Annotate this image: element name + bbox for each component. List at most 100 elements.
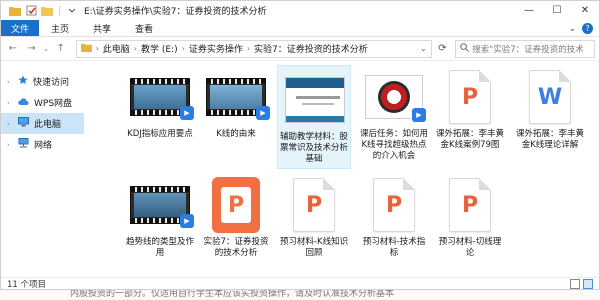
play-icon: ▶ [256,106,270,120]
search-icon [460,42,470,55]
play-icon: ▶ [180,106,194,120]
file-item[interactable]: P 预习材料-K线知识回顾 [277,171,351,275]
file-item-selected[interactable]: 辅助教学材料：股票常识及技术分析基础 [277,65,351,169]
sidebar-item-network[interactable]: › 网络 [1,134,84,155]
new-folder-button[interactable] [41,5,53,17]
tab-home[interactable]: 主页 [39,20,81,36]
chevron-right-icon[interactable]: › [7,120,13,128]
window-controls: — ☐ ✕ [515,1,599,20]
tab-view[interactable]: 查看 [123,20,165,36]
ribbon-tabs: 文件 主页 共享 查看 ⌄ ? [1,20,599,37]
tab-share[interactable]: 共享 [81,20,123,36]
chevron-right-icon[interactable]: › [7,78,13,86]
image-thumbnail: ▶ [364,67,426,127]
presentation-icon: P [373,178,415,232]
pdf-thumbnail: P [440,67,500,127]
presentation-icon: P [449,178,491,232]
quick-access-toolbar [1,1,78,20]
recent-locations-button[interactable]: ⌄ [42,41,50,57]
file-name: KDJ指标应用要点 [127,129,193,139]
file-item[interactable]: ▶ KDJ指标应用要点 [123,63,197,167]
file-list: ▶ KDJ指标应用要点 ▶ K线的由来 辅助教学材料：股票常识及技术分析基础 ▶… [101,63,600,277]
video-file-icon: ▶ [206,78,270,120]
large-icons-view-button[interactable] [583,279,593,289]
video-thumbnail: ▶ [130,67,194,127]
pdf-icon: P [449,70,491,124]
explorer-window: E:\证券实务操作\实验7：证券投资的技术分析 — ☐ ✕ 文件 主页 共享 查… [0,0,600,290]
address-bar[interactable]: › 此电脑 › 教学 (E:) › 证券实务操作 › 实验7：证券投资的技术分析… [75,39,432,58]
help-icon[interactable]: ? [582,23,593,34]
sidebar-item-this-pc[interactable]: › 此电脑 [1,113,84,134]
item-count: 11 个项目 [7,280,47,290]
word-document-icon: W [529,70,571,124]
file-name: 辅助教学材料：股票常识及技术分析基础 [280,132,349,164]
folder-icon [9,5,21,17]
file-item[interactable]: ▶ 趋势线的类型及作用 [123,171,197,275]
file-name: 课外拓展：李丰黄金K线理论详解 [515,129,584,150]
word-thumbnail: W [520,67,580,127]
sidebar-item-label: 网络 [34,141,53,151]
slide-thumbnail [285,70,345,130]
file-item[interactable]: P 课外拓展：李丰黄金K线案例79图 [433,63,507,167]
toolbar-divider [59,5,60,16]
status-bar: 11 个项目 [1,277,599,290]
file-name: 预习材料-技术指标 [362,237,426,258]
chevron-right-icon: › [181,44,185,53]
ribbon-right-controls: ⌄ ? [568,20,593,37]
play-icon: ▶ [180,214,194,228]
ppt-thumbnail: P [440,175,500,235]
search-input[interactable]: 搜索"实验7：证券投资的技术 [455,39,595,58]
breadcrumb-folder[interactable]: 证券实务操作 [189,42,243,55]
ppt-thumbnail: P [364,175,424,235]
sidebar-item-label: 快速访问 [33,78,70,88]
properties-button[interactable] [25,5,37,17]
sidebar-item-quick-access[interactable]: › 快速访问 [1,71,84,92]
file-item[interactable]: P 预习材料-技术指标 [357,171,431,275]
breadcrumb-this-pc[interactable]: 此电脑 [103,42,130,55]
file-name: 预习材料-切线理论 [438,237,502,258]
up-button[interactable]: ↑ [53,41,69,57]
video-file-icon: ▶ [130,78,194,120]
file-name: 课后任务：如何用K线寻找超级热点的介入机会 [359,129,428,161]
breadcrumb-drive[interactable]: 教学 (E:) [141,42,178,55]
close-button[interactable]: ✕ [571,1,599,20]
chevron-down-icon[interactable]: ⌄ [568,24,576,34]
presentation-preview [285,77,345,123]
view-switcher [570,279,593,289]
file-item[interactable]: ▶ 课后任务：如何用K线寻找超级热点的介入机会 [357,63,431,167]
breadcrumb-current[interactable]: 实验7：证券投资的技术分析 [254,42,368,55]
refresh-button[interactable]: ⟳ [435,40,451,58]
ppt-thumbnail: P [206,175,266,235]
chevron-down-icon[interactable] [66,5,78,17]
chevron-down-icon[interactable]: ⌄ [420,44,427,53]
details-view-button[interactable] [570,279,580,289]
chevron-right-icon: › [246,44,251,53]
file-item[interactable]: P 实验7：证券投资的技术分析 [199,171,273,275]
file-name: 实验7：证券投资的技术分析 [203,237,269,258]
play-icon: ▶ [412,108,426,122]
file-name: 课外拓展：李丰黄金K线案例79图 [435,129,504,150]
file-item[interactable]: ▶ K线的由来 [199,63,273,167]
file-item[interactable]: W 课外拓展：李丰黄金K线理论详解 [513,63,587,167]
file-item[interactable]: P 预习材料-切线理论 [433,171,507,275]
video-file-icon: ▶ [130,186,194,228]
chevron-right-icon: › [95,44,99,53]
chevron-right-icon: › [133,44,137,53]
maximize-button[interactable]: ☐ [543,1,571,20]
file-name: 预习材料-K线知识回顾 [279,237,349,258]
chevron-right-icon[interactable]: › [7,141,13,149]
window-title: E:\证券实务操作\实验7：证券投资的技术分析 [84,7,267,17]
background-document-strip: 内股投资的一部分。仅适用自行学生本应该实投资操作，请及时认准技术分析基本 [0,290,600,300]
forward-button[interactable]: → [24,41,40,57]
search-placeholder: 搜索"实验7：证券投资的技术 [472,44,584,55]
minimize-button[interactable]: — [515,1,543,20]
chevron-right-icon[interactable]: › [7,99,13,107]
image-preview: ▶ [365,75,426,122]
sidebar-item-wps-cloud[interactable]: › WPS网盘 [1,92,84,113]
background-text: 内股投资的一部分。仅适用自行学生本应该实投资操作，请及时认准技术分析基本 [70,290,395,299]
file-name: K线的由来 [216,129,256,139]
tab-file[interactable]: 文件 [1,20,40,36]
network-icon [18,138,29,151]
back-button[interactable]: ← [5,41,21,57]
ppt-thumbnail: P [284,175,344,235]
